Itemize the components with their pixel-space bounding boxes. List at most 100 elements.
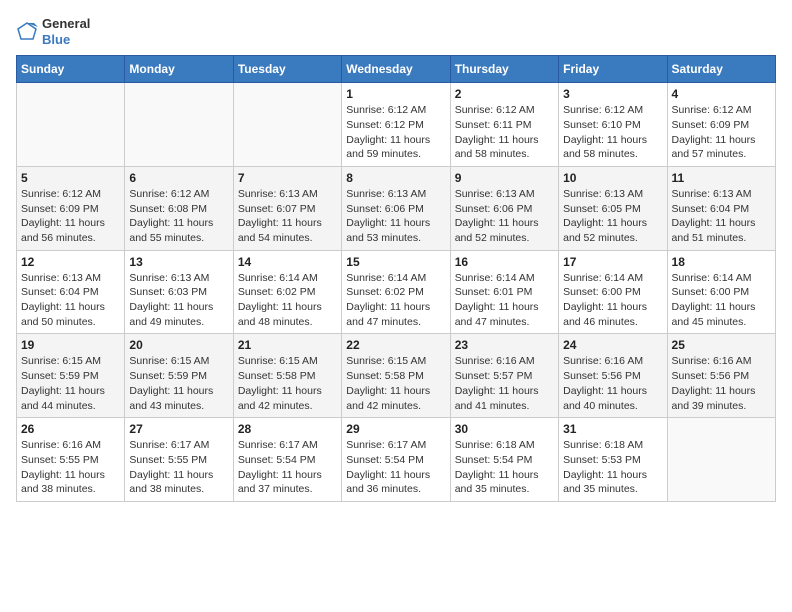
calendar-cell: 16 Sunrise: 6:14 AMSunset: 6:01 PMDayligh…	[450, 250, 558, 334]
calendar-cell: 17 Sunrise: 6:14 AMSunset: 6:00 PMDayligh…	[559, 250, 667, 334]
calendar-cell: 19 Sunrise: 6:15 AMSunset: 5:59 PMDayligh…	[17, 334, 125, 418]
day-number: 4	[672, 87, 771, 101]
day-number: 23	[455, 338, 554, 352]
calendar-cell: 31 Sunrise: 6:18 AMSunset: 5:53 PMDayligh…	[559, 418, 667, 502]
weekday-header-sunday: Sunday	[17, 56, 125, 83]
day-info: Sunrise: 6:12 AMSunset: 6:10 PMDaylight:…	[563, 103, 662, 162]
day-info: Sunrise: 6:13 AMSunset: 6:04 PMDaylight:…	[672, 187, 771, 246]
weekday-header-tuesday: Tuesday	[233, 56, 341, 83]
calendar-cell: 9Sunrise: 6:13 AMSunset: 6:06 PMDaylight…	[450, 166, 558, 250]
calendar-cell: 3 Sunrise: 6:12 AMSunset: 6:10 PMDaylight…	[559, 83, 667, 167]
calendar-cell: 20 Sunrise: 6:15 AMSunset: 5:59 PMDayligh…	[125, 334, 233, 418]
day-info: Sunrise: 6:17 AMSunset: 5:55 PMDaylight:…	[129, 438, 228, 497]
day-number: 9	[455, 171, 554, 185]
day-info: Sunrise: 6:13 AMSunset: 6:03 PMDaylight:…	[129, 271, 228, 330]
day-info: Sunrise: 6:15 AMSunset: 5:58 PMDaylight:…	[238, 354, 337, 413]
day-info: Sunrise: 6:15 AMSunset: 5:59 PMDaylight:…	[21, 354, 120, 413]
day-info: Sunrise: 6:15 AMSunset: 5:58 PMDaylight:…	[346, 354, 445, 413]
calendar-cell: 15 Sunrise: 6:14 AMSunset: 6:02 PMDayligh…	[342, 250, 450, 334]
calendar-cell: 18Sunrise: 6:14 AMSunset: 6:00 PMDayligh…	[667, 250, 775, 334]
page-header: General Blue	[16, 16, 776, 47]
day-number: 24	[563, 338, 662, 352]
day-info: Sunrise: 6:12 AMSunset: 6:12 PMDaylight:…	[346, 103, 445, 162]
day-number: 10	[563, 171, 662, 185]
day-info: Sunrise: 6:14 AMSunset: 6:01 PMDaylight:…	[455, 271, 554, 330]
calendar-week-4: 19 Sunrise: 6:15 AMSunset: 5:59 PMDayligh…	[17, 334, 776, 418]
day-number: 12	[21, 255, 120, 269]
weekday-header-saturday: Saturday	[667, 56, 775, 83]
day-number: 31	[563, 422, 662, 436]
day-info: Sunrise: 6:18 AMSunset: 5:54 PMDaylight:…	[455, 438, 554, 497]
day-number: 27	[129, 422, 228, 436]
weekday-header-monday: Monday	[125, 56, 233, 83]
calendar-cell: 28 Sunrise: 6:17 AMSunset: 5:54 PMDayligh…	[233, 418, 341, 502]
day-info: Sunrise: 6:16 AMSunset: 5:55 PMDaylight:…	[21, 438, 120, 497]
day-info: Sunrise: 6:12 AMSunset: 6:11 PMDaylight:…	[455, 103, 554, 162]
calendar-cell: 23 Sunrise: 6:16 AMSunset: 5:57 PMDayligh…	[450, 334, 558, 418]
day-number: 1	[346, 87, 445, 101]
day-info: Sunrise: 6:18 AMSunset: 5:53 PMDaylight:…	[563, 438, 662, 497]
day-number: 15	[346, 255, 445, 269]
day-number: 28	[238, 422, 337, 436]
calendar-cell: 12 Sunrise: 6:13 AMSunset: 6:04 PMDayligh…	[17, 250, 125, 334]
logo-blue-text: Blue	[42, 32, 90, 48]
calendar-table: SundayMondayTuesdayWednesdayThursdayFrid…	[16, 55, 776, 502]
day-info: Sunrise: 6:13 AMSunset: 6:07 PMDaylight:…	[238, 187, 337, 246]
day-number: 6	[129, 171, 228, 185]
day-info: Sunrise: 6:16 AMSunset: 5:57 PMDaylight:…	[455, 354, 554, 413]
day-number: 29	[346, 422, 445, 436]
day-info: Sunrise: 6:14 AMSunset: 6:00 PMDaylight:…	[563, 271, 662, 330]
day-number: 8	[346, 171, 445, 185]
calendar-cell: 1 Sunrise: 6:12 AMSunset: 6:12 PMDaylight…	[342, 83, 450, 167]
day-info: Sunrise: 6:14 AMSunset: 6:02 PMDaylight:…	[346, 271, 445, 330]
logo-flag-icon	[16, 21, 38, 43]
day-info: Sunrise: 6:13 AMSunset: 6:06 PMDaylight:…	[346, 187, 445, 246]
day-number: 26	[21, 422, 120, 436]
logo-container: General Blue	[16, 16, 90, 47]
calendar-cell: 21 Sunrise: 6:15 AMSunset: 5:58 PMDayligh…	[233, 334, 341, 418]
weekday-header-wednesday: Wednesday	[342, 56, 450, 83]
day-info: Sunrise: 6:17 AMSunset: 5:54 PMDaylight:…	[346, 438, 445, 497]
weekday-header-thursday: Thursday	[450, 56, 558, 83]
calendar-cell: 29 Sunrise: 6:17 AMSunset: 5:54 PMDayligh…	[342, 418, 450, 502]
logo: General Blue	[16, 16, 90, 47]
day-info: Sunrise: 6:14 AMSunset: 6:02 PMDaylight:…	[238, 271, 337, 330]
calendar-cell: 10 Sunrise: 6:13 AMSunset: 6:05 PMDayligh…	[559, 166, 667, 250]
calendar-cell	[667, 418, 775, 502]
day-info: Sunrise: 6:16 AMSunset: 5:56 PMDaylight:…	[672, 354, 771, 413]
calendar-cell: 24Sunrise: 6:16 AMSunset: 5:56 PMDayligh…	[559, 334, 667, 418]
calendar-cell: 26 Sunrise: 6:16 AMSunset: 5:55 PMDayligh…	[17, 418, 125, 502]
calendar-cell	[233, 83, 341, 167]
day-info: Sunrise: 6:13 AMSunset: 6:04 PMDaylight:…	[21, 271, 120, 330]
calendar-cell: 27 Sunrise: 6:17 AMSunset: 5:55 PMDayligh…	[125, 418, 233, 502]
day-number: 19	[21, 338, 120, 352]
calendar-cell: 8 Sunrise: 6:13 AMSunset: 6:06 PMDaylight…	[342, 166, 450, 250]
weekday-header-friday: Friday	[559, 56, 667, 83]
calendar-cell: 13 Sunrise: 6:13 AMSunset: 6:03 PMDayligh…	[125, 250, 233, 334]
calendar-cell: 30Sunrise: 6:18 AMSunset: 5:54 PMDayligh…	[450, 418, 558, 502]
day-info: Sunrise: 6:17 AMSunset: 5:54 PMDaylight:…	[238, 438, 337, 497]
day-number: 11	[672, 171, 771, 185]
day-number: 16	[455, 255, 554, 269]
calendar-cell	[125, 83, 233, 167]
calendar-week-3: 12 Sunrise: 6:13 AMSunset: 6:04 PMDayligh…	[17, 250, 776, 334]
day-number: 13	[129, 255, 228, 269]
calendar-cell: 6 Sunrise: 6:12 AMSunset: 6:08 PMDaylight…	[125, 166, 233, 250]
day-number: 17	[563, 255, 662, 269]
calendar-week-2: 5Sunrise: 6:12 AMSunset: 6:09 PMDaylight…	[17, 166, 776, 250]
day-number: 14	[238, 255, 337, 269]
calendar-cell: 22Sunrise: 6:15 AMSunset: 5:58 PMDayligh…	[342, 334, 450, 418]
day-number: 3	[563, 87, 662, 101]
day-number: 21	[238, 338, 337, 352]
day-info: Sunrise: 6:12 AMSunset: 6:08 PMDaylight:…	[129, 187, 228, 246]
day-number: 18	[672, 255, 771, 269]
day-number: 2	[455, 87, 554, 101]
day-number: 20	[129, 338, 228, 352]
calendar-cell: 2 Sunrise: 6:12 AMSunset: 6:11 PMDaylight…	[450, 83, 558, 167]
calendar-cell: 11 Sunrise: 6:13 AMSunset: 6:04 PMDayligh…	[667, 166, 775, 250]
day-number: 25	[672, 338, 771, 352]
day-number: 5	[21, 171, 120, 185]
calendar-cell: 14 Sunrise: 6:14 AMSunset: 6:02 PMDayligh…	[233, 250, 341, 334]
day-info: Sunrise: 6:13 AMSunset: 6:05 PMDaylight:…	[563, 187, 662, 246]
day-info: Sunrise: 6:15 AMSunset: 5:59 PMDaylight:…	[129, 354, 228, 413]
